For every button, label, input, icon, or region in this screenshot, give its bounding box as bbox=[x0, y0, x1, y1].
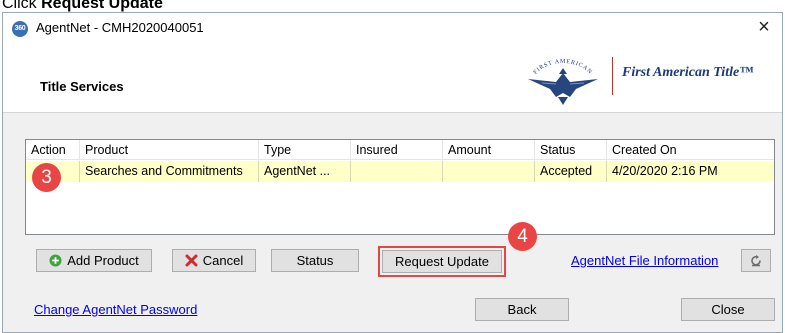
table-row[interactable]: Searches and Commitments AgentNet ... Ac… bbox=[26, 161, 774, 182]
column-header-status[interactable]: Status bbox=[535, 140, 607, 160]
red-x-icon bbox=[185, 254, 198, 267]
column-header-insured[interactable]: Insured bbox=[351, 140, 443, 160]
cell-product: Searches and Commitments bbox=[80, 161, 259, 182]
grid-header: Action Product Type Insured Amount Statu… bbox=[26, 140, 774, 160]
instruction-text: Click Request Update bbox=[2, 0, 163, 12]
cell-created-on: 4/20/2020 2:16 PM bbox=[612, 164, 718, 178]
column-header-amount[interactable]: Amount bbox=[443, 140, 535, 160]
add-circle-icon bbox=[49, 254, 62, 267]
cell-insured bbox=[351, 161, 443, 182]
first-american-logo: FIRST AMERICAN First American Title™ bbox=[518, 51, 776, 107]
column-header-created-on[interactable]: Created On bbox=[607, 140, 774, 160]
eagle-icon: FIRST AMERICAN bbox=[528, 59, 598, 105]
add-product-label: Add Product bbox=[67, 253, 139, 268]
cell-status: Accepted bbox=[535, 161, 607, 182]
step-4-badge: 4 bbox=[508, 222, 537, 251]
agentnet-file-information-link[interactable]: AgentNet File Information bbox=[571, 253, 718, 268]
cell-amount bbox=[443, 161, 535, 182]
column-header-action[interactable]: Action bbox=[26, 140, 80, 160]
close-button[interactable]: Close bbox=[681, 298, 775, 321]
agentnet-window: 360 AgentNet - CMH2020040051 × Title Ser… bbox=[2, 12, 783, 333]
step-3-badge: 3 bbox=[32, 163, 61, 192]
back-button[interactable]: Back bbox=[475, 298, 569, 321]
title-bar: 360 AgentNet - CMH2020040051 × bbox=[3, 13, 782, 43]
cancel-button[interactable]: Cancel bbox=[172, 249, 256, 272]
column-header-product[interactable]: Product bbox=[80, 140, 259, 160]
refresh-icon bbox=[751, 255, 761, 267]
section-title: Title Services bbox=[40, 79, 124, 94]
logo-text: First American Title™ bbox=[622, 65, 754, 80]
window-title: AgentNet - CMH2020040051 bbox=[36, 20, 204, 35]
app-360-icon: 360 bbox=[12, 21, 28, 37]
refresh-button[interactable] bbox=[741, 249, 771, 272]
change-agentnet-password-link[interactable]: Change AgentNet Password bbox=[34, 302, 197, 317]
add-product-button[interactable]: Add Product bbox=[36, 249, 152, 272]
products-grid[interactable]: Action Product Type Insured Amount Statu… bbox=[25, 139, 775, 235]
column-header-type[interactable]: Type bbox=[259, 140, 351, 160]
close-window-icon[interactable]: × bbox=[752, 15, 776, 39]
instruction-prefix: Click bbox=[2, 0, 42, 12]
status-button[interactable]: Status bbox=[271, 249, 359, 272]
instruction-emphasis: Request Update bbox=[41, 0, 163, 12]
request-update-highlight bbox=[378, 246, 506, 277]
header-panel: Title Services FIRST AMERICAN First Amer… bbox=[3, 43, 782, 113]
cell-type: AgentNet ... bbox=[259, 161, 351, 182]
logo-divider bbox=[612, 57, 613, 95]
cancel-label: Cancel bbox=[202, 253, 244, 268]
